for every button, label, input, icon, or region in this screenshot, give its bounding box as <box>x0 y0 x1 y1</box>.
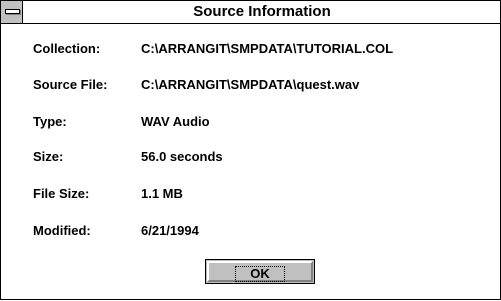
source-file-value: C:\ARRANGIT\SMPDATA\quest.wav <box>141 77 360 92</box>
file-size-value: 1.1 MB <box>141 186 183 201</box>
modified-value: 6/21/1994 <box>141 223 199 238</box>
dialog-title: Source Information <box>193 3 331 20</box>
type-label: Type: <box>33 114 67 129</box>
title-bar: Source Information <box>1 1 500 24</box>
collection-label: Collection: <box>33 41 101 56</box>
source-information-dialog: Source Information Collection: C:\ARRANG… <box>0 0 501 300</box>
ok-button-label-wrap: OK <box>209 266 311 282</box>
modified-label: Modified: <box>33 223 91 238</box>
type-value: WAV Audio <box>141 114 210 129</box>
system-menu-bar-icon <box>5 9 20 14</box>
ok-button[interactable]: OK <box>205 259 315 284</box>
ok-button-label: OK <box>235 266 285 282</box>
size-label: Size: <box>33 149 64 164</box>
collection-value: C:\ARRANGIT\SMPDATA\TUTORIAL.COL <box>141 41 394 56</box>
source-file-label: Source File: <box>33 77 108 92</box>
file-size-label: File Size: <box>33 186 90 201</box>
system-menu-icon[interactable] <box>1 1 23 23</box>
ok-button-face: OK <box>207 261 313 282</box>
size-value: 56.0 seconds <box>141 149 223 164</box>
